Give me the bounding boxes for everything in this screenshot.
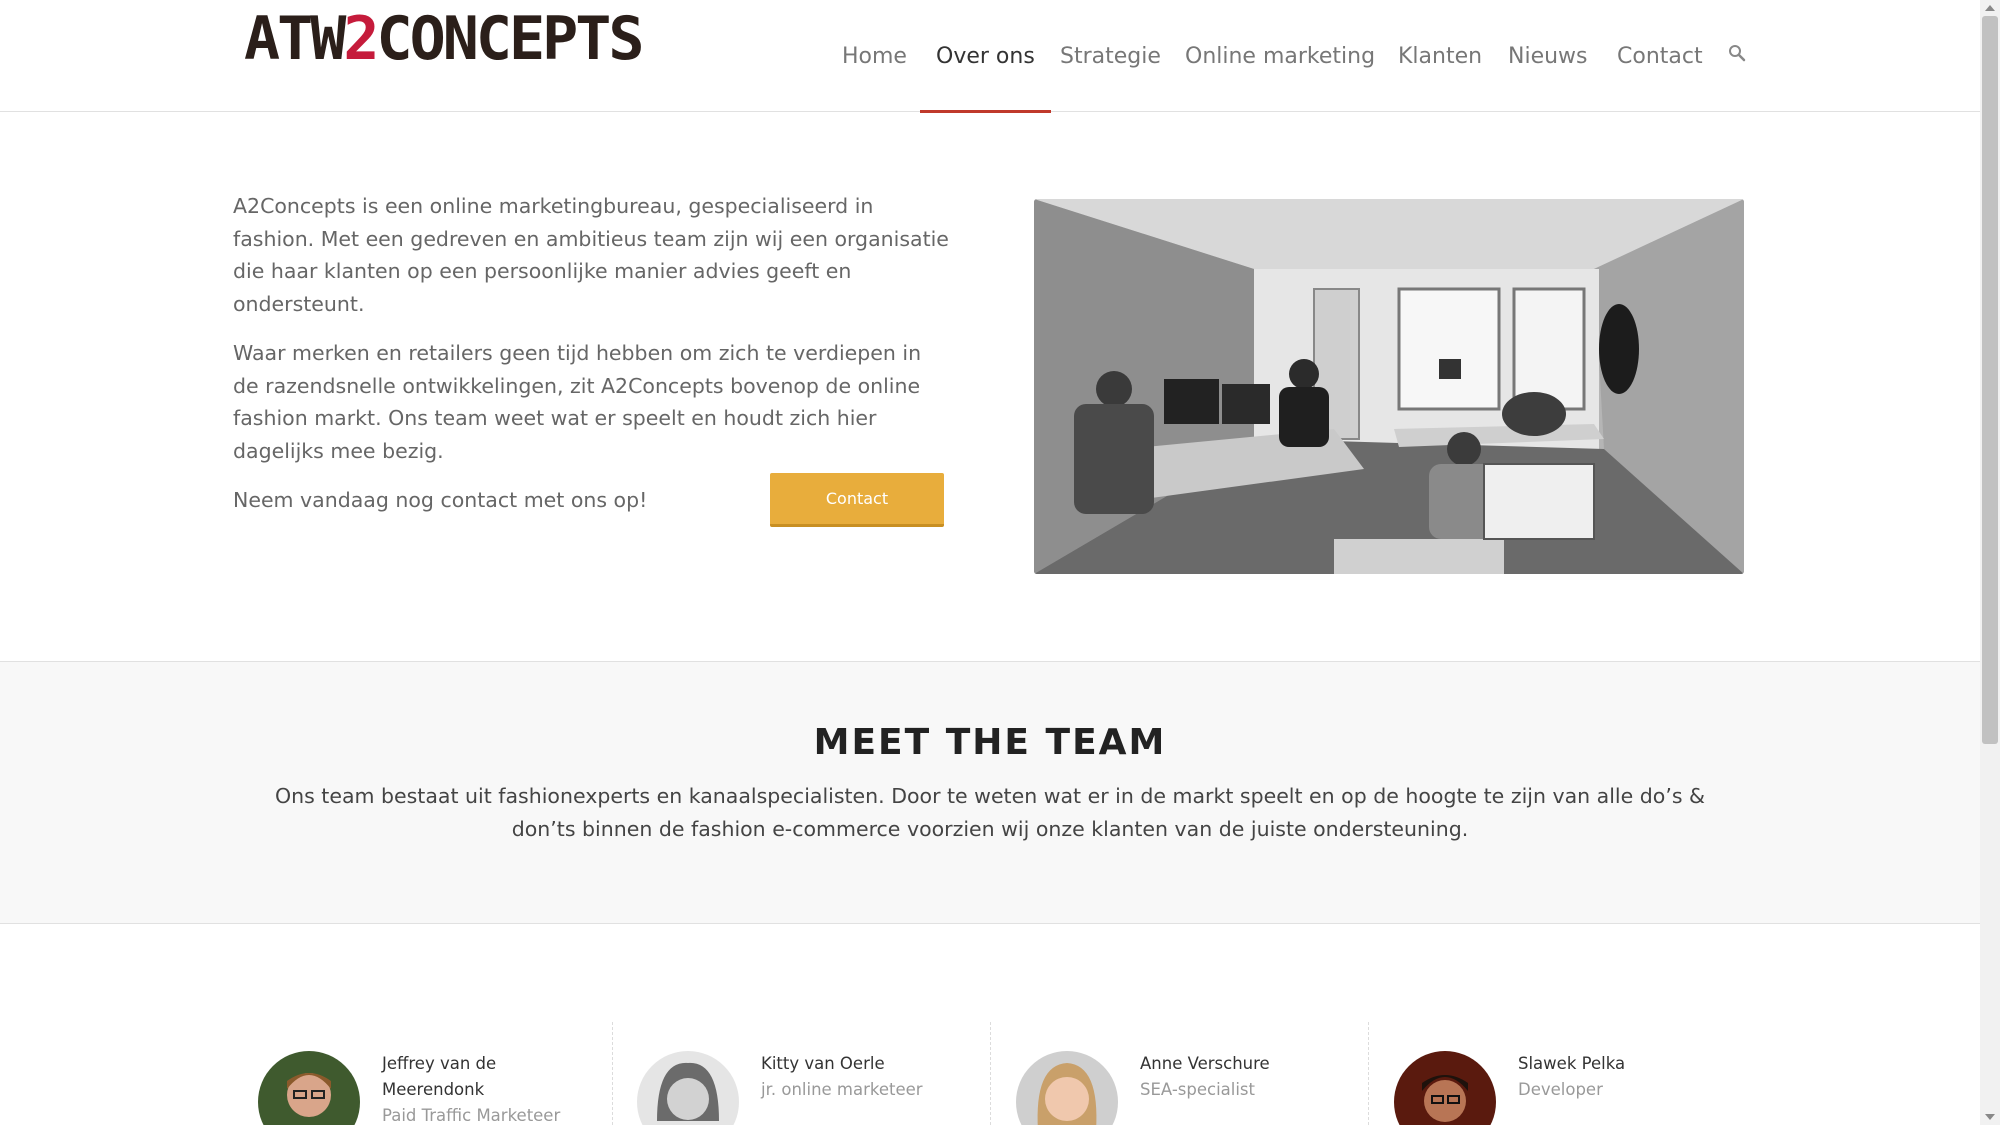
member-role: Paid Traffic Marketeer xyxy=(382,1106,561,1125)
nav-item-nieuws[interactable]: Nieuws xyxy=(1508,0,1588,112)
member-name: Kitty van Oerle xyxy=(761,1054,885,1073)
intro-paragraph-2: Waar merken en retailers geen tijd hebbe… xyxy=(233,341,922,463)
scroll-down-arrow-icon[interactable] xyxy=(1980,1109,2000,1125)
site-logo[interactable]: ATW 2 CONCEPTS xyxy=(244,4,645,74)
member-divider xyxy=(612,1022,613,1125)
avatar-slawek-icon xyxy=(1394,1051,1496,1125)
avatar xyxy=(637,1051,739,1125)
search-icon[interactable] xyxy=(1728,44,1746,62)
nav-item-online-marketing[interactable]: Online marketing xyxy=(1185,0,1375,112)
team-description: Ons team bestaat uit fashionexperts en k… xyxy=(274,784,1706,841)
team-member-card: Jeffrey van de Meerendonk Paid Traffic M… xyxy=(258,1025,636,1125)
nav-item-home[interactable]: Home xyxy=(842,0,907,112)
team-member-card: Slawek Pelka Developer xyxy=(1394,1025,1772,1125)
nav-item-contact[interactable]: Contact xyxy=(1617,0,1703,112)
member-name: Slawek Pelka xyxy=(1518,1054,1626,1073)
member-name: Anne Verschure xyxy=(1140,1054,1270,1073)
nav-item-klanten[interactable]: Klanten xyxy=(1398,0,1482,112)
intro-paragraph-1: A2Concepts is een online marketingbureau… xyxy=(233,194,949,316)
avatar xyxy=(1394,1051,1496,1125)
avatar-anne-icon xyxy=(1016,1051,1118,1125)
team-section: MEET THE TEAM Ons team bestaat uit fashi… xyxy=(0,661,1980,924)
team-member-card: Anne Verschure SEA-specialist xyxy=(1016,1025,1394,1125)
member-divider xyxy=(990,1022,991,1125)
avatar-jeffrey-icon xyxy=(258,1051,360,1125)
nav-item-strategie[interactable]: Strategie xyxy=(1060,0,1161,112)
logo-text-b: CONCEPTS xyxy=(376,4,645,74)
avatar-kitty-icon xyxy=(637,1051,739,1125)
site-header: ATW 2 CONCEPTS Home Over ons Strategie Onl… xyxy=(0,0,1980,113)
office-scene-image xyxy=(1034,199,1744,574)
nav-item-over-ons[interactable]: Over ons xyxy=(920,0,1051,113)
logo-text-two: 2 xyxy=(343,4,379,74)
member-role: Developer xyxy=(1518,1080,1603,1099)
page-scrollbar[interactable] xyxy=(1980,0,2000,1125)
scroll-up-arrow-icon[interactable] xyxy=(1980,0,2000,16)
logo-text-a: ATW xyxy=(244,4,346,74)
avatar xyxy=(258,1051,360,1125)
avatar xyxy=(1016,1051,1118,1125)
member-role: SEA-specialist xyxy=(1140,1080,1256,1099)
team-title: MEET THE TEAM xyxy=(813,722,1167,763)
office-photo xyxy=(1034,199,1744,574)
team-member-card: Kitty van Oerle jr. online marketeer xyxy=(637,1025,1015,1125)
member-name: Jeffrey van de Meerendonk xyxy=(382,1054,497,1099)
member-role: jr. online marketeer xyxy=(761,1080,923,1099)
member-divider xyxy=(1368,1022,1369,1125)
contact-button[interactable]: Contact xyxy=(770,473,944,527)
scroll-thumb[interactable] xyxy=(1982,16,1998,744)
